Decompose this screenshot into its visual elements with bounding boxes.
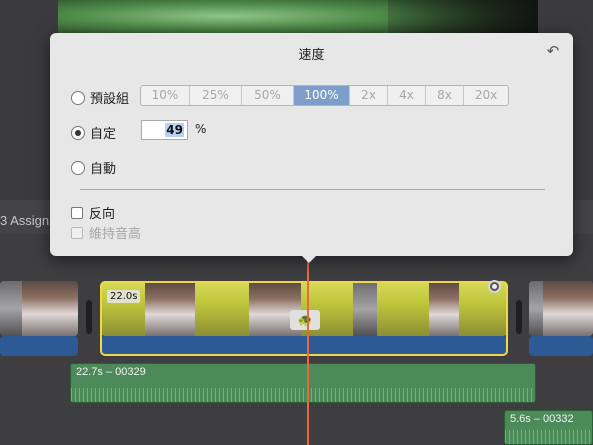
video-clip-left-audio[interactable] [0,336,78,356]
speed-popover: 速度 ↶ 預設組 10% 25% 50% 100% 2x 4x 8x 20x 自… [50,33,573,256]
custom-radio[interactable] [71,125,85,140]
speed-preset-4x[interactable]: 4x [388,86,426,105]
turtle-icon[interactable]: 🐢 [290,310,320,330]
audio-waveform [505,430,592,444]
preserve-pitch-checkbox [71,226,83,239]
popover-divider [80,189,545,190]
reverse-checkbox-row[interactable]: 反向 [71,203,115,222]
speed-preset-100[interactable]: 100% [294,86,350,105]
clip-thumbnail [22,281,78,336]
speed-preset-25[interactable]: 25% [190,86,242,105]
revert-icon[interactable]: ↶ [545,43,561,59]
speed-preset-2x[interactable]: 2x [350,86,388,105]
speed-preset-10[interactable]: 10% [141,86,190,105]
auto-label: 自動 [90,162,117,177]
custom-radio-row[interactable]: 自定 [71,123,116,142]
custom-label: 自定 [90,127,117,142]
audio-clip-00329[interactable]: 22.7s – 00329 [70,363,536,403]
clip-gap-marker [516,300,522,334]
video-clip-left[interactable] [0,281,78,336]
playhead[interactable] [307,255,309,445]
percent-unit: % [195,122,207,136]
clip-thumbnail [529,281,543,336]
video-clip-right[interactable] [529,281,593,336]
preserve-pitch-checkbox-row: 維持音高 [71,223,141,242]
audio-waveform [71,388,535,402]
preset-label: 預設組 [90,92,130,107]
custom-speed-input[interactable]: 49 [141,120,188,140]
title-clip-label: 3 Assign [0,213,50,228]
reverse-checkbox[interactable] [71,206,83,219]
speed-preset-20x[interactable]: 20x [464,86,508,105]
popover-arrow [301,255,317,263]
audio-clip-label: 5.6s – 00332 [510,413,574,425]
auto-radio-row[interactable]: 自動 [71,158,116,177]
preset-radio[interactable] [71,90,85,105]
reverse-label: 反向 [89,207,116,222]
popover-title: 速度 [298,48,325,63]
audio-clip-label: 22.7s – 00329 [76,366,146,378]
custom-speed-value: 49 [165,123,184,137]
speed-preset-segmented-control[interactable]: 10% 25% 50% 100% 2x 4x 8x 20x [140,85,509,106]
preset-radio-row[interactable]: 預設組 [71,88,129,107]
video-clip-right-audio[interactable] [529,336,593,356]
speed-preset-50[interactable]: 50% [242,86,294,105]
clip-duration-badge: 22.0s [107,290,141,303]
clip-gap-marker [86,300,92,334]
speed-handle[interactable] [488,280,501,293]
clip-thumbnail [543,281,593,336]
preserve-pitch-label: 維持音高 [89,227,142,242]
clip-thumbnail [0,281,22,336]
speed-preset-8x[interactable]: 8x [426,86,464,105]
auto-radio[interactable] [71,160,85,175]
audio-clip-00332[interactable]: 5.6s – 00332 [504,410,593,445]
